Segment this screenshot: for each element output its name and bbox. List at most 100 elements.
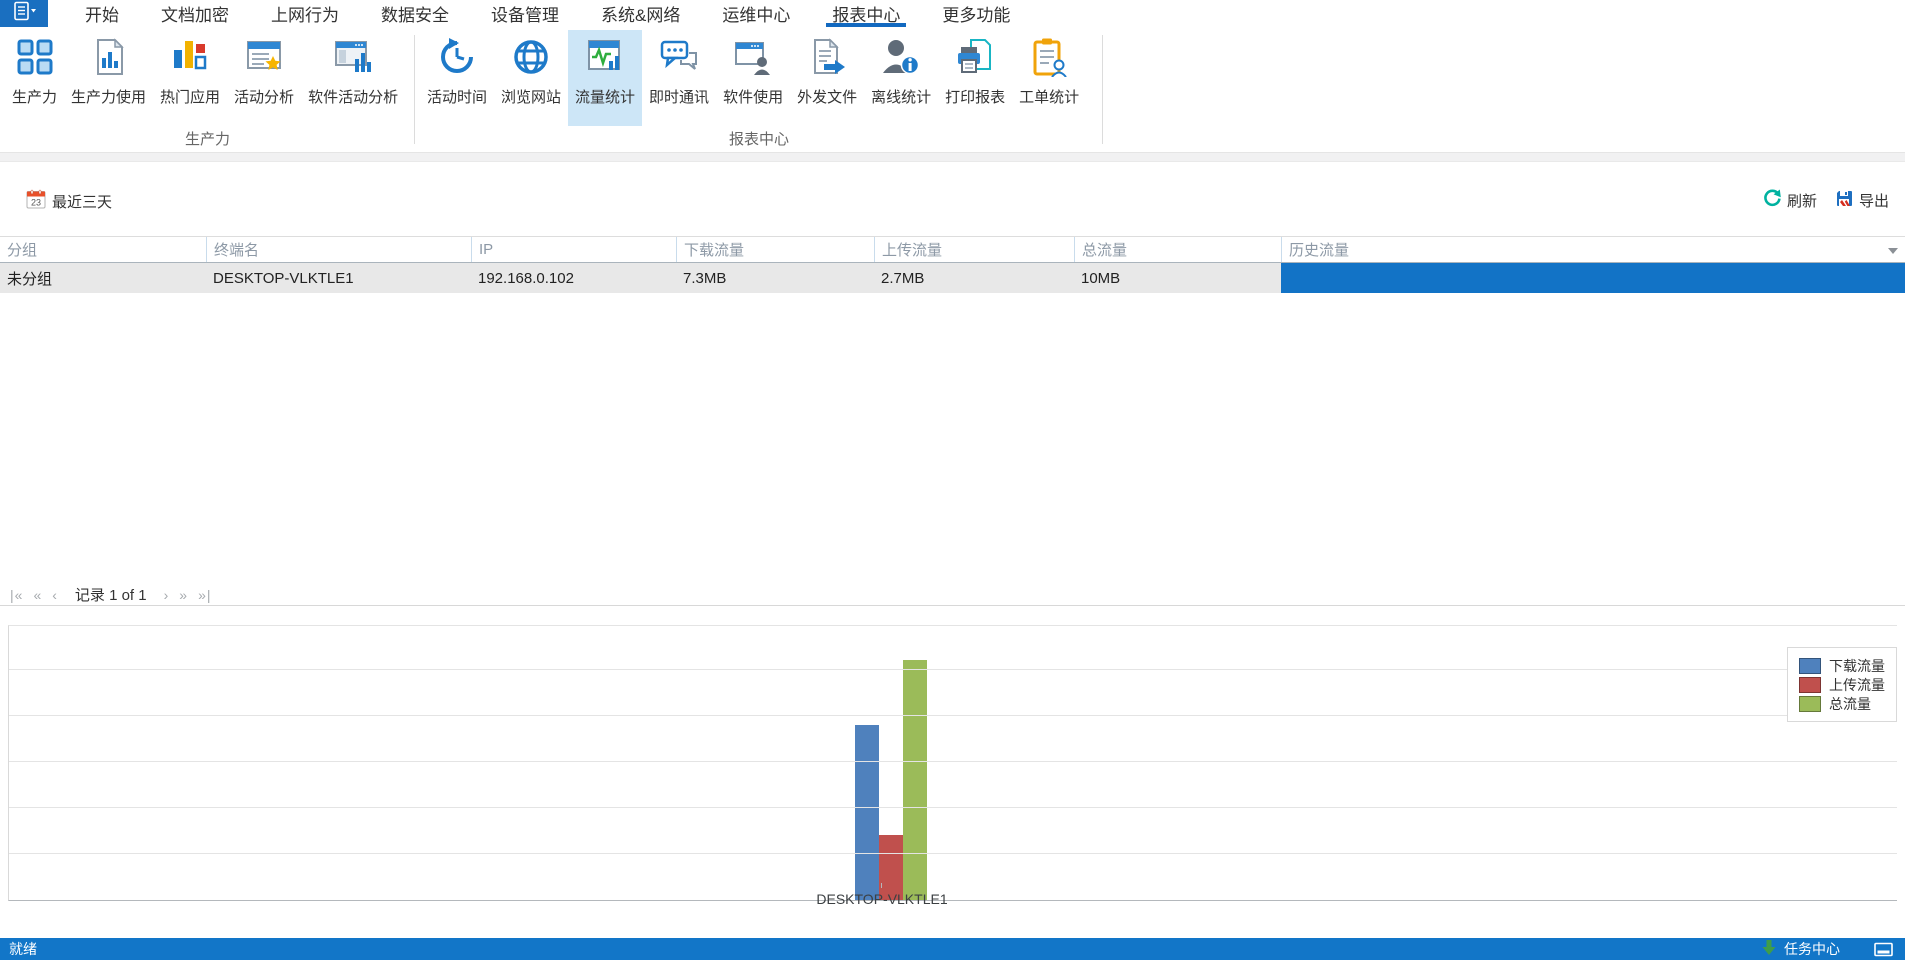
ribbon-button-label: 生产力 [12,89,58,106]
ribbon-button-label: 外发文件 [797,89,858,106]
column-header-group[interactable]: 分组 [0,237,206,262]
work-order-icon [1029,37,1069,78]
activity-analysis-icon [244,37,284,77]
column-header-history-label: 历史流量 [1289,242,1350,259]
ribbon-button-traffic-stats[interactable]: 流量统计 [568,30,643,126]
tab-system-network[interactable]: 系统&网络 [580,0,701,27]
legend-label: 上传流量 [1829,676,1885,693]
column-header-upload[interactable]: 上传流量 [874,237,1074,262]
x-axis-tick [881,883,882,888]
ribbon-button-software-usage[interactable]: 软件使用 [716,30,790,126]
task-center-button[interactable]: 任务中心 [1761,939,1840,959]
productivity-grid-icon [15,37,55,77]
chart-legend: 下载流量 上传流量 总流量 [1787,647,1897,722]
instant-message-icon [659,37,699,77]
ribbon-button-instant-messaging[interactable]: 即时通讯 [642,30,716,126]
ribbon-button-label: 即时通讯 [649,89,710,106]
ribbon-button-browse-website[interactable]: 浏览网站 [494,30,568,126]
history-traffic-bar [1281,263,1905,293]
refresh-label: 刷新 [1786,193,1817,210]
first-record-button[interactable]: |« [5,587,28,603]
tab-web-behavior[interactable]: 上网行为 [250,0,360,27]
app-window: { "menubar": { "tabs": ["开始","文档加密","上网行… [0,0,1905,960]
traffic-table: 分组 终端名 IP 下载流量 上传流量 总流量 历史流量 未分组 DESKTOP… [0,236,1905,293]
record-navigator: |« « ‹ 记录 1 of 1 › » »| [0,584,1905,606]
legend-item-download: 下载流量 [1799,656,1896,675]
ribbon-button-label: 活动分析 [234,89,295,106]
ribbon-button-label: 离线统计 [871,89,932,106]
ribbon-button-hot-apps[interactable]: 热门应用 [153,30,227,126]
traffic-bar-chart: DESKTOP-VLKTLE1 下载流量 上传流量 总流量 [0,607,1905,938]
ribbon-button-label: 生产力使用 [71,89,147,106]
gridline [9,761,1897,762]
table-row[interactable]: 未分组 DESKTOP-VLKTLE1 192.168.0.102 7.3MB … [0,263,1905,293]
ribbon-button-label: 工单统计 [1019,89,1080,106]
hot-apps-icon [170,37,210,77]
ribbon-button-offline-stats[interactable]: 离线统计 [864,30,938,126]
tab-doc-encryption[interactable]: 文档加密 [140,0,250,27]
ribbon-button-label: 热门应用 [160,89,221,106]
journal-icon [9,1,39,26]
calendar-icon: 23 [26,189,46,213]
tab-device-management[interactable]: 设备管理 [470,0,580,27]
print-report-icon [955,37,995,77]
legend-swatch-total [1799,695,1821,712]
column-header-ip[interactable]: IP [471,237,676,262]
ribbon-button-label: 软件使用 [723,89,784,106]
ribbon-button-activity-analysis[interactable]: 活动分析 [227,30,301,126]
monitor-tray-icon[interactable] [1874,942,1893,957]
chart-plot-area [8,625,1897,901]
date-range-label: 最近三天 [52,193,113,211]
ribbon-button-outgoing-files[interactable]: 外发文件 [790,30,864,126]
cell-upload: 2.7MB [881,269,925,287]
refresh-button[interactable]: 刷新 [1763,189,1817,212]
ribbon-button-software-activity-analysis[interactable]: 软件活动分析 [301,30,405,126]
column-header-history[interactable]: 历史流量 [1281,237,1905,262]
tab-report-center[interactable]: 报表中心 [811,0,921,27]
offline-stats-icon [881,37,921,77]
ribbon-button-label: 浏览网站 [501,89,562,106]
gridline [9,715,1897,716]
ribbon-button-label: 打印报表 [945,89,1006,106]
date-range-filter[interactable]: 23 最近三天 [26,189,112,213]
tab-start[interactable]: 开始 [64,0,140,27]
bar-下载流量 [855,725,879,900]
software-usage-icon [733,37,773,77]
ribbon-button-work-order-stats[interactable]: 工单统计 [1012,30,1086,126]
refresh-icon [1763,189,1782,212]
ribbon-button-productivity-usage[interactable]: 生产力使用 [64,30,153,126]
cell-history [1281,263,1905,293]
cell-download: 7.3MB [683,269,727,287]
next-page-button[interactable]: » [174,587,193,603]
bar-总流量 [903,660,927,900]
legend-label: 总流量 [1829,695,1871,712]
menu-tabs: 开始 文档加密 上网行为 数据安全 设备管理 系统&网络 运维中心 报表中心 更… [64,0,1031,27]
export-button[interactable]: 导出 [1835,189,1889,212]
last-record-button[interactable]: »| [193,587,216,603]
legend-item-upload: 上传流量 [1799,675,1896,694]
ribbon-button-active-time[interactable]: 活动时间 [420,30,494,126]
status-bar: 就绪 任务中心 [0,938,1905,960]
column-chooser-caret-icon[interactable] [1888,248,1898,254]
column-header-download[interactable]: 下载流量 [676,237,874,262]
prev-page-button[interactable]: « [28,587,47,603]
ribbon-button-productivity[interactable]: 生产力 [5,30,64,126]
ribbon-button-print-report[interactable]: 打印报表 [938,30,1012,126]
tab-data-security[interactable]: 数据安全 [360,0,470,27]
svg-text:23: 23 [31,198,41,208]
gridline [9,807,1897,808]
app-menu-button[interactable] [0,0,48,27]
browse-website-icon [511,37,551,77]
record-count-label: 记录 1 of 1 [74,587,147,604]
active-time-icon [437,37,477,77]
next-record-button[interactable]: › [159,587,175,603]
cell-group: 未分组 [7,270,53,288]
column-header-total[interactable]: 总流量 [1074,237,1281,262]
tab-ops-center[interactable]: 运维中心 [701,0,811,27]
task-center-label: 任务中心 [1784,941,1840,957]
prev-record-button[interactable]: ‹ [47,587,63,603]
menubar: 开始 文档加密 上网行为 数据安全 设备管理 系统&网络 运维中心 报表中心 更… [0,0,1905,27]
legend-swatch-upload [1799,676,1821,693]
column-header-terminal[interactable]: 终端名 [206,237,471,262]
tab-more-features[interactable]: 更多功能 [921,0,1031,27]
